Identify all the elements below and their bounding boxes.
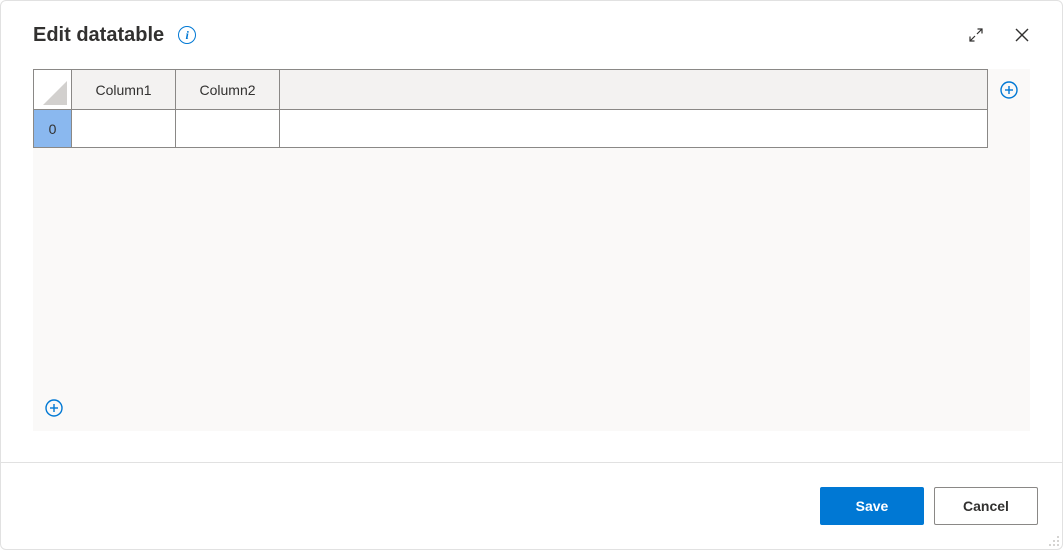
datatable[interactable]: Column1 Column2 0 — [33, 69, 988, 148]
table-cell[interactable] — [176, 110, 280, 148]
close-icon[interactable] — [1006, 19, 1038, 51]
edit-datatable-dialog: Edit datatable i — [0, 0, 1063, 550]
dialog-title: Edit datatable — [33, 24, 164, 47]
dialog-body: Column1 Column2 0 — [1, 59, 1062, 462]
table-row: 0 — [34, 110, 988, 148]
expand-icon[interactable] — [960, 19, 992, 51]
dialog-header: Edit datatable i — [1, 1, 1062, 59]
select-all-corner[interactable] — [34, 70, 72, 110]
info-icon[interactable]: i — [178, 26, 196, 44]
dialog-footer: Save Cancel — [1, 462, 1062, 549]
add-column-button[interactable] — [1000, 81, 1020, 101]
table-cell[interactable] — [72, 110, 176, 148]
column-header-empty[interactable] — [280, 70, 988, 110]
add-row-button[interactable] — [45, 399, 65, 419]
resize-grip-icon[interactable] — [1046, 533, 1060, 547]
row-index-cell[interactable]: 0 — [34, 110, 72, 148]
cancel-button[interactable]: Cancel — [934, 487, 1038, 525]
save-button[interactable]: Save — [820, 487, 924, 525]
table-header-row: Column1 Column2 — [34, 70, 988, 110]
table-cell[interactable] — [280, 110, 988, 148]
column-header[interactable]: Column1 — [72, 70, 176, 110]
column-header[interactable]: Column2 — [176, 70, 280, 110]
datatable-area: Column1 Column2 0 — [33, 69, 1030, 431]
